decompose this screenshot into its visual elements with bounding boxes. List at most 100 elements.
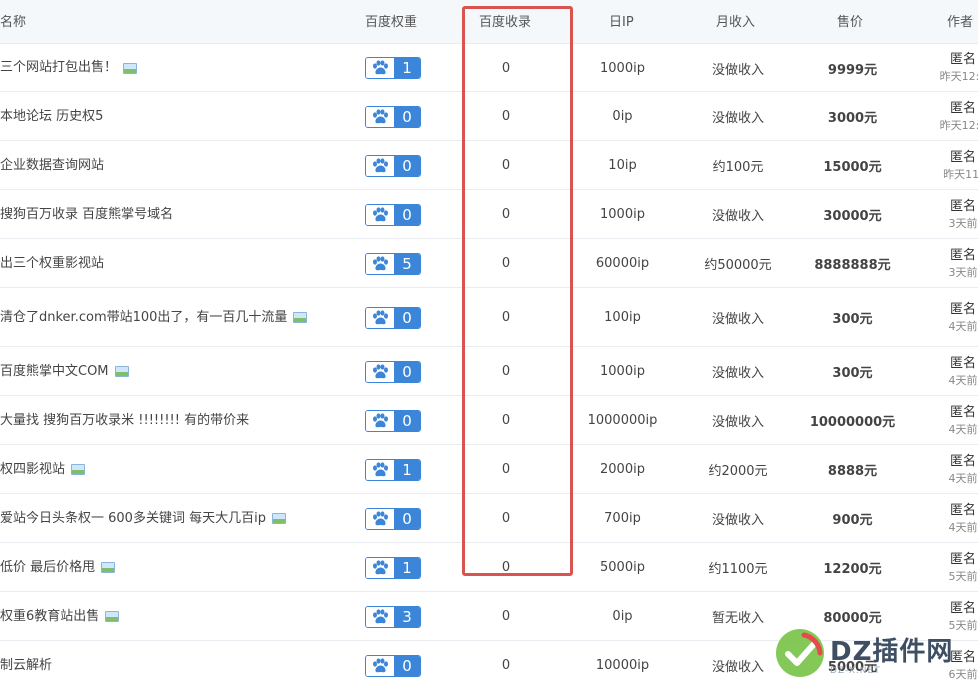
baidu-weight-value: 1 — [394, 459, 420, 480]
baidu-weight-value: 0 — [394, 204, 420, 225]
listing-title-cell[interactable]: 权四影视站 — [0, 445, 340, 494]
listing-title-cell[interactable]: 三个网站打包出售！ — [0, 44, 340, 92]
daily-ip-value: 100ip — [604, 310, 641, 325]
monthly-income-value: 约50000元 — [704, 258, 772, 273]
listing-title-link[interactable]: 权重6教育站出售 — [0, 607, 99, 627]
daily-ip-value: 2000ip — [600, 462, 645, 477]
table-row[interactable]: 爱站今日头条权一 600多关键词 每天大几百ip 0 0 700ip 没做收入 900元 匿… — [0, 494, 978, 543]
price-cell: 300元 — [800, 347, 905, 396]
author-name[interactable]: 匿名 — [950, 454, 976, 470]
baidu-index-cell: 0 — [466, 347, 546, 396]
listing-title-cell[interactable]: 出三个权重影视站 — [0, 239, 340, 288]
baidu-weight-cell: 3 — [365, 592, 421, 641]
post-time: 3天前 — [948, 265, 978, 279]
listing-title-link[interactable]: 本地论坛 历史权5 — [0, 107, 103, 127]
author-cell: 匿名昨天11: — [933, 141, 978, 190]
baidu-weight-value: 1 — [394, 58, 420, 78]
baidu-index-value: 0 — [501, 60, 511, 76]
author-name[interactable]: 匿名 — [950, 302, 976, 318]
listing-title-cell[interactable]: 低价 最后价格甩 — [0, 543, 340, 592]
listing-title-link[interactable]: 企业数据查询网站 — [0, 156, 104, 176]
author-name[interactable]: 匿名 — [950, 356, 976, 372]
author-cell: 匿名 4天前 — [933, 396, 978, 445]
listing-title-link[interactable]: 清仓了dnker.com带站100出了，有一百几十流量 — [0, 308, 287, 328]
author-name[interactable]: 匿名 — [950, 199, 976, 215]
daily-ip-value: 5000ip — [600, 560, 645, 575]
monthly-income-cell: 约50000元 — [688, 239, 788, 288]
watermark: DZ插件网 DZ-X.NET — [774, 617, 978, 689]
daily-ip-value: 1000ip — [600, 364, 645, 379]
author-cell: 匿名 5天前 — [933, 543, 978, 592]
author-name[interactable]: 匿名 — [950, 503, 976, 519]
baidu-weight-cell: 1 — [365, 44, 421, 92]
table-row[interactable]: 三个网站打包出售！ 1 0 1000ip 没做收入 9999元 匿名昨天12:4 — [0, 44, 978, 92]
listing-title-link[interactable]: 低价 最后价格甩 — [0, 558, 95, 578]
listing-title-cell[interactable]: 制云解析 — [0, 641, 340, 689]
listing-title-cell[interactable]: 清仓了dnker.com带站100出了，有一百几十流量 — [0, 288, 340, 347]
table-row[interactable]: 低价 最后价格甩 1 0 5000ip 约1100元 12200元 匿名 5天前 — [0, 543, 978, 592]
author-name[interactable]: 匿名 — [950, 248, 976, 264]
baidu-weight-value: 0 — [394, 410, 420, 431]
author-name[interactable]: 匿名 — [950, 552, 976, 568]
price-value: 9999元 — [827, 62, 878, 78]
listing-title-cell[interactable]: 搜狗百万收录 百度熊掌号域名 — [0, 190, 340, 239]
baidu-weight-cell: 0 — [365, 141, 421, 190]
baidu-index-cell: 0 — [466, 592, 546, 641]
monthly-income-value: 没做收入 — [711, 415, 764, 430]
baidu-weight-cell: 1 — [365, 445, 421, 494]
listing-title-cell[interactable]: 企业数据查询网站 — [0, 141, 340, 190]
post-time: 昨天12:4 — [939, 70, 978, 83]
listing-title-link[interactable]: 百度熊掌中文COM — [0, 362, 109, 382]
table-row[interactable]: 出三个权重影视站 5 0 60000ip 约50000元 8888888元 匿名 3天前 — [0, 239, 978, 288]
price-cell: 8888元 — [800, 445, 905, 494]
monthly-income-cell: 没做收入 — [688, 641, 788, 689]
listing-title-link[interactable]: 三个网站打包出售！ — [0, 58, 117, 78]
baidu-weight-cell: 0 — [365, 347, 421, 396]
listing-title-cell[interactable]: 权重6教育站出售 — [0, 592, 340, 641]
image-attachment-icon — [71, 464, 86, 475]
author-cell: 匿名 4天前 — [933, 445, 978, 494]
price-value: 3000元 — [827, 111, 878, 126]
table-row[interactable]: 百度熊掌中文COM 0 0 1000ip 没做收入 300元 匿名 4天前 — [0, 347, 978, 396]
author-name[interactable]: 匿名 — [950, 405, 976, 421]
listing-title-link[interactable]: 搜狗百万收录 百度熊掌号域名 — [0, 205, 173, 225]
listing-title-cell[interactable]: 大量找 搜狗百万收录米 !!!!!!!! 有的带价来 — [0, 396, 340, 445]
daily-ip-cell: 0ip — [575, 592, 670, 641]
baidu-weight-cell: 5 — [365, 239, 421, 288]
listing-title-cell[interactable]: 本地论坛 历史权5 — [0, 92, 340, 141]
author-name[interactable]: 匿名 — [950, 52, 976, 68]
listing-title-link[interactable]: 大量找 搜狗百万收录米 !!!!!!!! 有的带价来 — [0, 411, 249, 431]
listing-title-cell[interactable]: 爱站今日头条权一 600多关键词 每天大几百ip — [0, 494, 340, 543]
listing-title-cell[interactable]: 百度熊掌中文COM — [0, 347, 340, 396]
monthly-income-value: 暂无收入 — [711, 611, 764, 626]
post-time: 5天前 — [948, 569, 978, 583]
table-row[interactable]: 企业数据查询网站 0 0 10ip 约100元 15000元 匿名昨天11: — [0, 141, 978, 190]
listing-title-link[interactable]: 制云解析 — [0, 656, 52, 676]
header-weight: 百度权重 — [365, 15, 418, 30]
image-attachment-icon — [123, 62, 138, 74]
daily-ip-value: 700ip — [604, 511, 641, 526]
baidu-weight-badge: 0 — [365, 507, 421, 530]
table-row[interactable]: 清仓了dnker.com带站100出了，有一百几十流量 0 0 100ip 没做收入 30… — [0, 288, 978, 347]
baidu-index-cell: 0 — [466, 239, 546, 288]
listing-title-link[interactable]: 权四影视站 — [0, 460, 65, 480]
author-name[interactable]: 匿名 — [950, 150, 976, 166]
monthly-income-value: 约2000元 — [708, 464, 768, 479]
listing-title-link[interactable]: 出三个权重影视站 — [0, 254, 104, 274]
author-cell: 匿名 4天前 — [933, 347, 978, 396]
table-row[interactable]: 本地论坛 历史权5 0 0 0ip 没做收入 3000元 匿名昨天12:4 — [0, 92, 978, 141]
image-attachment-icon — [293, 312, 308, 323]
baidu-weight-badge: 3 — [365, 605, 421, 628]
monthly-income-value: 没做收入 — [711, 312, 764, 327]
header-index: 百度收录 — [479, 15, 532, 30]
table-row[interactable]: 搜狗百万收录 百度熊掌号域名 0 0 1000ip 没做收入 30000元 匿名 3天前 — [0, 190, 978, 239]
table-row[interactable]: 权四影视站 1 0 2000ip 约2000元 8888元 匿名 4天前 — [0, 445, 978, 494]
table-row[interactable]: 大量找 搜狗百万收录米 !!!!!!!! 有的带价来 0 0 1000000ip 没做收… — [0, 396, 978, 445]
author-name[interactable]: 匿名 — [950, 601, 976, 617]
price-cell: 3000元 — [800, 92, 905, 141]
image-attachment-icon — [105, 611, 120, 622]
baidu-weight-value: 5 — [394, 253, 420, 274]
daily-ip-value: 0ip — [612, 109, 633, 124]
author-name[interactable]: 匿名 — [950, 101, 976, 117]
listing-title-link[interactable]: 爱站今日头条权一 600多关键词 每天大几百ip — [0, 509, 266, 529]
